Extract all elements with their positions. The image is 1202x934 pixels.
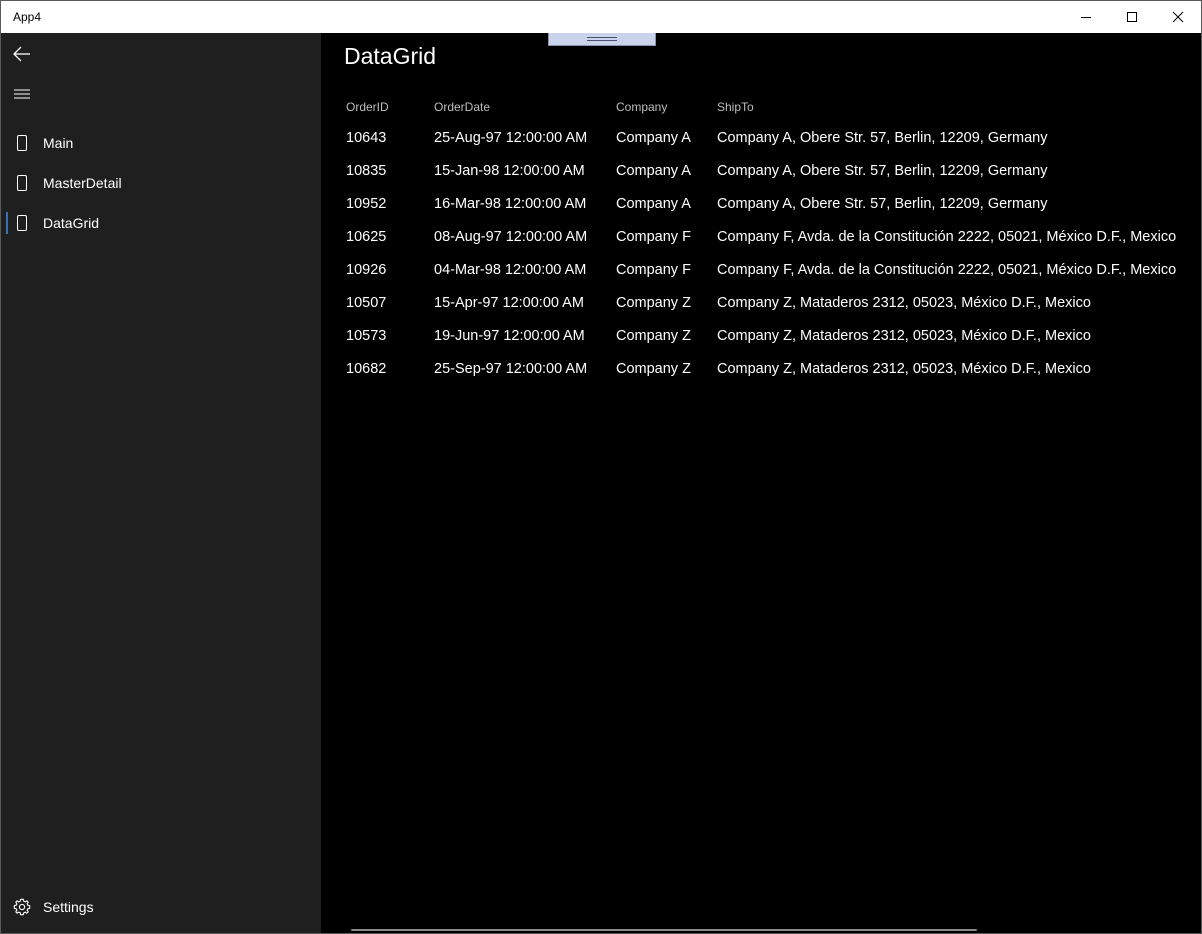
- nav-item-label: DataGrid: [43, 215, 100, 231]
- cell-company: Company Z: [616, 361, 691, 377]
- column-header-orderdate[interactable]: OrderDate: [434, 100, 490, 114]
- maximize-button[interactable]: [1109, 1, 1155, 33]
- drag-handle[interactable]: [548, 33, 656, 46]
- cell-orderdate: 15-Apr-97 12:00:00 AM: [434, 295, 584, 311]
- cell-shipto: Company Z, Mataderos 2312, 05023, México…: [717, 361, 1091, 377]
- cell-shipto: Company F, Avda. de la Constitución 2222…: [717, 229, 1177, 245]
- grip-line: [587, 40, 617, 41]
- nav-item-masterdetail[interactable]: MasterDetail: [1, 163, 321, 203]
- navigation-pane: Main MasterDetail DataGrid Settings: [1, 33, 321, 933]
- table-row[interactable]: 10952 16-Mar-98 12:00:00 AM Company A Co…: [346, 188, 1201, 221]
- hamburger-icon: [14, 89, 30, 99]
- back-arrow-icon: [13, 46, 30, 62]
- cell-orderdate: 16-Mar-98 12:00:00 AM: [434, 196, 587, 212]
- nav-item-label: Settings: [43, 899, 94, 915]
- cell-company: Company A: [616, 130, 691, 146]
- cell-orderdate: 25-Sep-97 12:00:00 AM: [434, 361, 588, 377]
- nav-item-settings[interactable]: Settings: [1, 887, 321, 927]
- title-bar[interactable]: App4: [1, 1, 1201, 33]
- cell-shipto: Company A, Obere Str. 57, Berlin, 12209,…: [717, 163, 1048, 179]
- table-row[interactable]: 10682 25-Sep-97 12:00:00 AM Company Z Co…: [346, 353, 1201, 386]
- cell-orderdate: 19-Jun-97 12:00:00 AM: [434, 328, 585, 344]
- cell-orderdate: 08-Aug-97 12:00:00 AM: [434, 229, 588, 245]
- back-button[interactable]: [1, 34, 43, 74]
- table-row[interactable]: 10835 15-Jan-98 12:00:00 AM Company A Co…: [346, 155, 1201, 188]
- grip-line: [587, 37, 617, 38]
- table-row[interactable]: 10507 15-Apr-97 12:00:00 AM Company Z Co…: [346, 287, 1201, 320]
- close-icon: [1172, 11, 1184, 23]
- cell-orderid: 10643: [346, 130, 387, 146]
- column-header-company[interactable]: Company: [616, 100, 667, 114]
- cell-orderid: 10625: [346, 229, 387, 245]
- page-icon: [1, 163, 43, 203]
- minimize-icon: [1081, 17, 1091, 18]
- page-icon: [1, 123, 43, 163]
- nav-item-main[interactable]: Main: [1, 123, 321, 163]
- cell-orderid: 10573: [346, 328, 387, 344]
- table-row[interactable]: 10643 25-Aug-97 12:00:00 AM Company A Co…: [346, 122, 1201, 155]
- gear-icon: [1, 887, 43, 927]
- nav-item-label: Main: [43, 135, 74, 151]
- column-header-shipto[interactable]: ShipTo: [717, 100, 754, 114]
- cell-company: Company Z: [616, 295, 691, 311]
- cell-company: Company A: [616, 163, 691, 179]
- minimize-button[interactable]: [1063, 1, 1109, 33]
- cell-shipto: Company F, Avda. de la Constitución 2222…: [717, 262, 1177, 278]
- page-title: DataGrid: [344, 43, 437, 69]
- app-window: App4 Main MasterDetail DataGrid Settings…: [0, 0, 1202, 934]
- cell-shipto: Company Z, Mataderos 2312, 05023, México…: [717, 328, 1091, 344]
- window-title: App4: [13, 10, 42, 24]
- menu-toggle-button[interactable]: [1, 74, 43, 114]
- close-button[interactable]: [1155, 1, 1201, 33]
- column-header-orderid[interactable]: OrderID: [346, 100, 389, 114]
- cell-orderdate: 25-Aug-97 12:00:00 AM: [434, 130, 588, 146]
- nav-item-datagrid[interactable]: DataGrid: [1, 203, 321, 243]
- cell-orderdate: 15-Jan-98 12:00:00 AM: [434, 163, 585, 179]
- horizontal-scrollbar[interactable]: [351, 929, 977, 931]
- cell-orderid: 10952: [346, 196, 387, 212]
- selection-indicator: [6, 212, 8, 234]
- table-row[interactable]: 10926 04-Mar-98 12:00:00 AM Company F Co…: [346, 254, 1201, 287]
- table-row[interactable]: 10573 19-Jun-97 12:00:00 AM Company Z Co…: [346, 320, 1201, 353]
- cell-shipto: Company Z, Mataderos 2312, 05023, México…: [717, 295, 1091, 311]
- cell-orderid: 10682: [346, 361, 387, 377]
- cell-shipto: Company A, Obere Str. 57, Berlin, 12209,…: [717, 130, 1048, 146]
- nav-item-label: MasterDetail: [43, 175, 122, 191]
- content-area: DataGrid OrderID OrderDate Company ShipT…: [321, 33, 1201, 933]
- cell-orderid: 10926: [346, 262, 387, 278]
- cell-company: Company A: [616, 196, 691, 212]
- cell-orderdate: 04-Mar-98 12:00:00 AM: [434, 262, 587, 278]
- cell-company: Company F: [616, 229, 691, 245]
- maximize-icon: [1127, 12, 1137, 22]
- table-row[interactable]: 10625 08-Aug-97 12:00:00 AM Company F Co…: [346, 221, 1201, 254]
- cell-shipto: Company A, Obere Str. 57, Berlin, 12209,…: [717, 196, 1048, 212]
- cell-company: Company F: [616, 262, 691, 278]
- cell-orderid: 10507: [346, 295, 387, 311]
- cell-company: Company Z: [616, 328, 691, 344]
- cell-orderid: 10835: [346, 163, 387, 179]
